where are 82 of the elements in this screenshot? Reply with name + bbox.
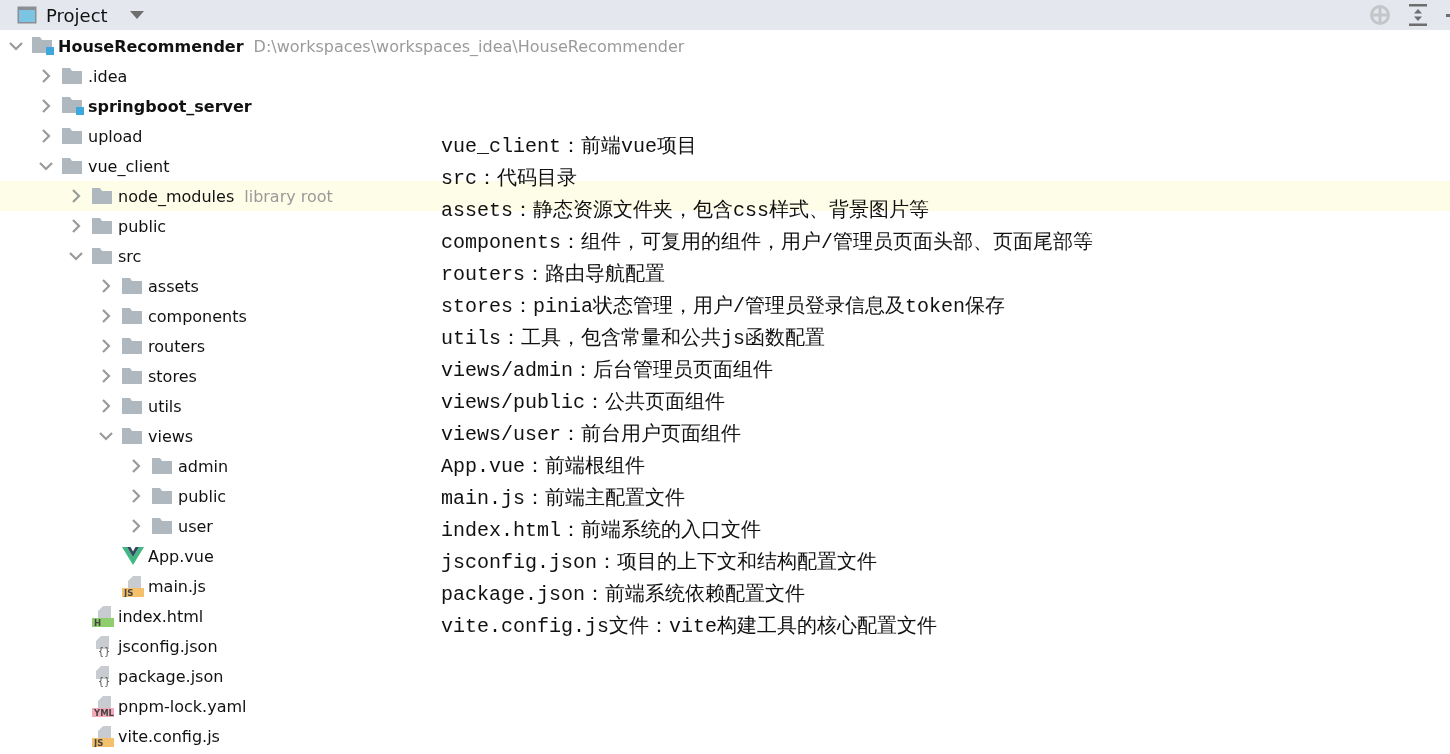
folder-icon [92, 188, 112, 204]
chevron-down-icon[interactable] [39, 159, 53, 173]
folder-icon [92, 248, 112, 264]
chevron-right-icon[interactable] [99, 279, 113, 293]
chevron-right-icon[interactable] [69, 219, 83, 233]
file-name[interactable]: assets [148, 276, 199, 296]
folder-icon [122, 338, 142, 354]
caret-icon[interactable] [129, 11, 144, 19]
file-name[interactable]: components [148, 306, 247, 326]
annotation-line: App.vue：前端根组件 [441, 454, 646, 480]
annotation-line: jsconfig.json：项目的上下文和结构配置文件 [441, 550, 879, 576]
annotation-line: routers：路由导航配置 [441, 262, 666, 288]
folder-icon [62, 128, 82, 144]
annotation-line: utils：工具，包含常量和公共js函数配置 [441, 326, 826, 352]
chevron-right-icon[interactable] [99, 399, 113, 413]
file-name[interactable]: upload [88, 126, 143, 146]
chevron-right-icon[interactable] [129, 459, 143, 473]
file-name[interactable]: stores [148, 366, 197, 386]
file-name[interactable]: package.json [118, 666, 224, 686]
annotation-line: assets：静态资源文件夹，包含css样式、背景图片等 [441, 198, 931, 224]
file-name[interactable]: node_modules [118, 186, 235, 206]
minimize-icon[interactable] [1446, 13, 1450, 17]
chevron-right-icon[interactable] [99, 369, 113, 383]
annotation-line: components：组件，可复用的组件，用户/管理员页面头部、页面尾部等 [441, 230, 1094, 256]
chevron-right-icon[interactable] [129, 489, 143, 503]
chevron-down-icon[interactable] [69, 249, 83, 263]
file-name[interactable]: HouseRecommender [58, 36, 244, 56]
chevron-right-icon[interactable] [39, 99, 53, 113]
annotation-line: views/public：公共页面组件 [441, 390, 727, 416]
chevron-right-icon[interactable] [99, 309, 113, 323]
annotation-line: vite.config.js文件：vite构建工具的核心配置文件 [441, 614, 939, 640]
file-name[interactable]: index.html [118, 606, 204, 626]
folder-icon [152, 458, 172, 474]
file-name[interactable]: pnpm-lock.yaml [118, 696, 247, 716]
file-name[interactable]: public [118, 216, 167, 236]
file-name[interactable]: views [148, 426, 194, 446]
file-name[interactable]: routers [148, 336, 206, 356]
file-name[interactable]: springboot_server [88, 96, 252, 116]
chevron-right-icon[interactable] [99, 339, 113, 353]
file-name[interactable]: public [178, 486, 227, 506]
chevron-right-icon[interactable] [129, 519, 143, 533]
annotation-line: views/admin：后台管理员页面组件 [441, 358, 775, 384]
folder-icon [122, 398, 142, 414]
panel-title[interactable]: Project [46, 4, 108, 26]
file-name[interactable]: utils [148, 396, 182, 416]
window-icon [17, 6, 37, 24]
file-name[interactable]: admin [178, 456, 229, 476]
folder-icon [92, 218, 112, 234]
annotation-line: stores：pinia状态管理，用户/管理员登录信息及token保存 [441, 294, 1007, 320]
file-name[interactable]: App.vue [148, 546, 214, 566]
chevron-right-icon[interactable] [69, 189, 83, 203]
annotation-line: package.json：前端系统依赖配置文件 [441, 582, 807, 608]
folder-icon [62, 68, 82, 84]
file-name[interactable]: .idea [88, 66, 128, 86]
folder-icon [122, 368, 142, 384]
annotation-line: index.html：前端系统的入口文件 [441, 518, 763, 544]
file-name[interactable]: src [118, 246, 142, 266]
collapse-icon[interactable] [1408, 4, 1428, 26]
chevron-down-icon[interactable] [99, 429, 113, 443]
module-folder-icon [62, 97, 84, 115]
annotation-line: src：代码目录 [441, 166, 578, 192]
folder-icon [62, 158, 82, 174]
chevron-right-icon[interactable] [39, 129, 53, 143]
file-name[interactable]: jsconfig.json [118, 636, 218, 656]
file-name[interactable]: main.js [148, 576, 206, 596]
module-folder-icon [32, 37, 54, 55]
annotation-line: views/user：前台用户页面组件 [441, 422, 743, 448]
folder-icon [152, 518, 172, 534]
chevron-down-icon[interactable] [9, 39, 23, 53]
path-hint: library root [244, 186, 333, 206]
vue-logo-icon [122, 547, 144, 565]
chevron-right-icon[interactable] [39, 69, 53, 83]
path-hint: D:\workspaces\workspaces_idea\HouseRecommender [253, 36, 685, 56]
folder-icon [122, 308, 142, 324]
file-name[interactable]: vue_client [88, 156, 170, 176]
annotation-line: vue_client：前端vue项目 [441, 134, 699, 160]
folder-icon [122, 428, 142, 444]
folder-icon [152, 488, 172, 504]
file-name[interactable]: vite.config.js [118, 726, 220, 746]
annotation-line: main.js：前端主配置文件 [441, 486, 686, 512]
file-name[interactable]: user [178, 516, 213, 536]
folder-icon [122, 278, 142, 294]
